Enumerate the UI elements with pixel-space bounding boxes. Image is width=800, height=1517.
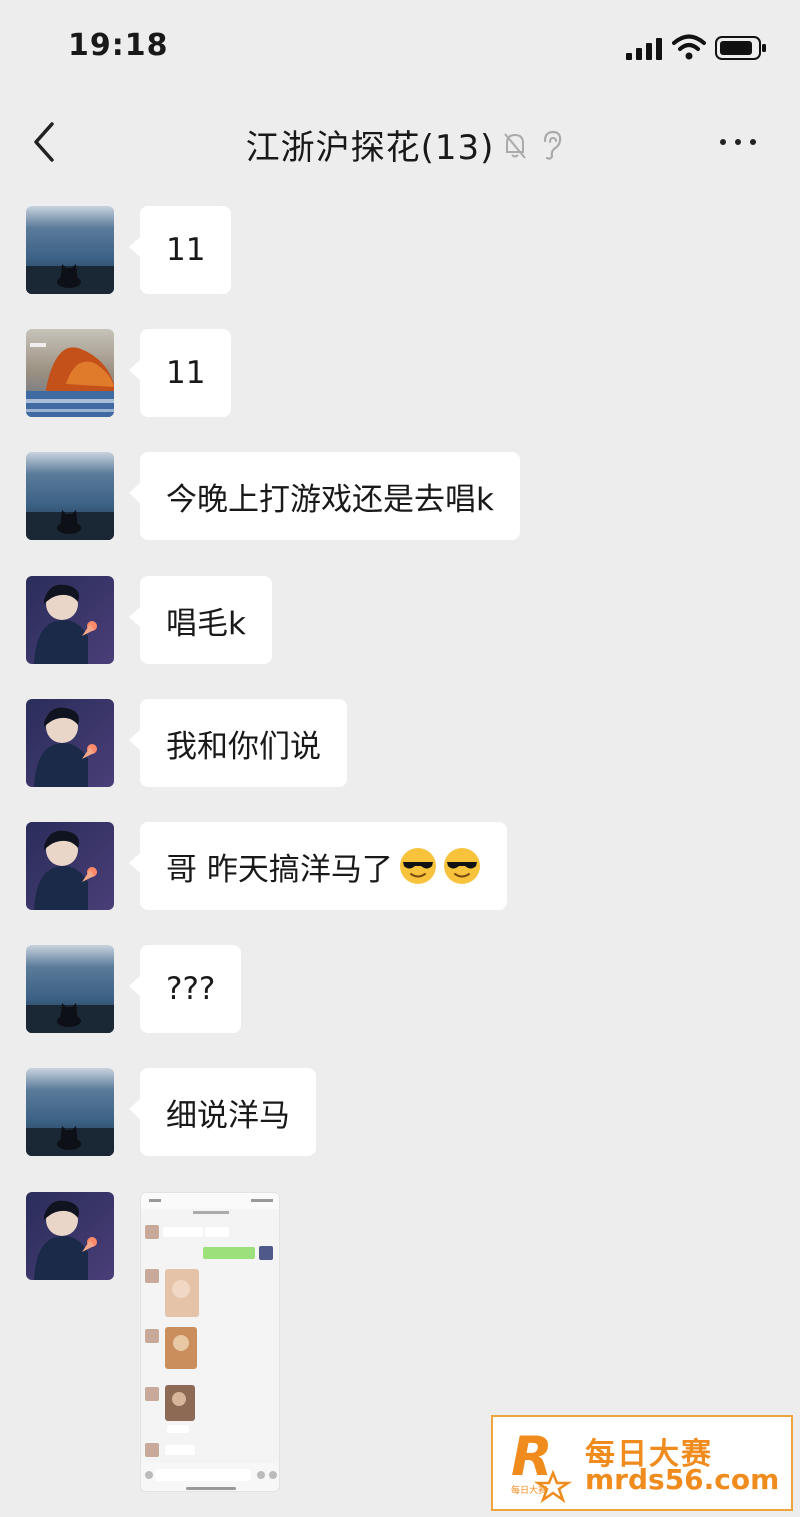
cat-avatar[interactable] (26, 1068, 114, 1156)
message-bubble[interactable]: 唱毛k (129, 576, 272, 664)
message-bubble[interactable]: 11 (128, 329, 232, 417)
sunglasses-emoji-icon (399, 848, 436, 884)
message-row: 细说洋马 (26, 1068, 776, 1156)
more-options-icon[interactable] (716, 130, 760, 152)
wifi-icon (672, 34, 706, 60)
cat-avatar[interactable] (26, 206, 114, 294)
status-bar: 19:18 (0, 0, 800, 95)
watermark-url: mrds56.com (585, 1463, 780, 1496)
message-row: 哥 昨天搞洋马了 (26, 822, 776, 910)
watermark-logo: R 每日大赛 (511, 1425, 573, 1504)
chat-header: 江浙沪探花(13) (0, 100, 800, 190)
anime-avatar[interactable] (26, 1192, 114, 1280)
anime-avatar[interactable] (26, 699, 114, 787)
sunglasses-emoji-icon (443, 848, 480, 884)
message-row: 今晚上打游戏还是去唱k (26, 452, 776, 540)
chat-title-wrap: 江浙沪探花(13) (0, 120, 800, 169)
anime-avatar[interactable] (26, 576, 114, 664)
message-row: 11 (26, 329, 776, 417)
battery-icon (715, 36, 766, 60)
message-row: ??? (26, 945, 776, 1033)
chat-title[interactable]: 江浙沪探花(13) (246, 120, 495, 169)
earpiece-icon (543, 130, 562, 160)
message-bubble[interactable]: 今晚上打游戏还是去唱k (129, 452, 520, 540)
message-bubble[interactable]: 哥 昨天搞洋马了 (129, 822, 507, 910)
message-bubble[interactable]: 细说洋马 (129, 1068, 316, 1156)
chat-screenshot-image[interactable] (140, 1192, 280, 1492)
message-bubble[interactable]: 11 (128, 206, 232, 294)
message-row: 11 (26, 206, 776, 294)
autumn-avatar[interactable] (26, 329, 114, 417)
message-bubble[interactable]: 我和你们说 (129, 699, 347, 787)
anime-avatar[interactable] (26, 822, 114, 910)
watermark-banner: R 每日大赛 每日大赛 mrds56.com (491, 1415, 793, 1511)
svg-text:R: R (511, 1425, 553, 1488)
cat-avatar[interactable] (26, 945, 114, 1033)
message-bubble[interactable]: ??? (128, 945, 242, 1033)
mute-bell-icon (504, 133, 526, 159)
status-time: 19:18 (68, 28, 169, 63)
message-text: 哥 昨天搞洋马了 (166, 851, 393, 888)
message-row: 唱毛k (26, 576, 776, 664)
signal-icon (626, 38, 662, 60)
cat-avatar[interactable] (26, 452, 114, 540)
svg-text:每日大赛: 每日大赛 (511, 1484, 547, 1496)
message-row: 我和你们说 (26, 699, 776, 787)
